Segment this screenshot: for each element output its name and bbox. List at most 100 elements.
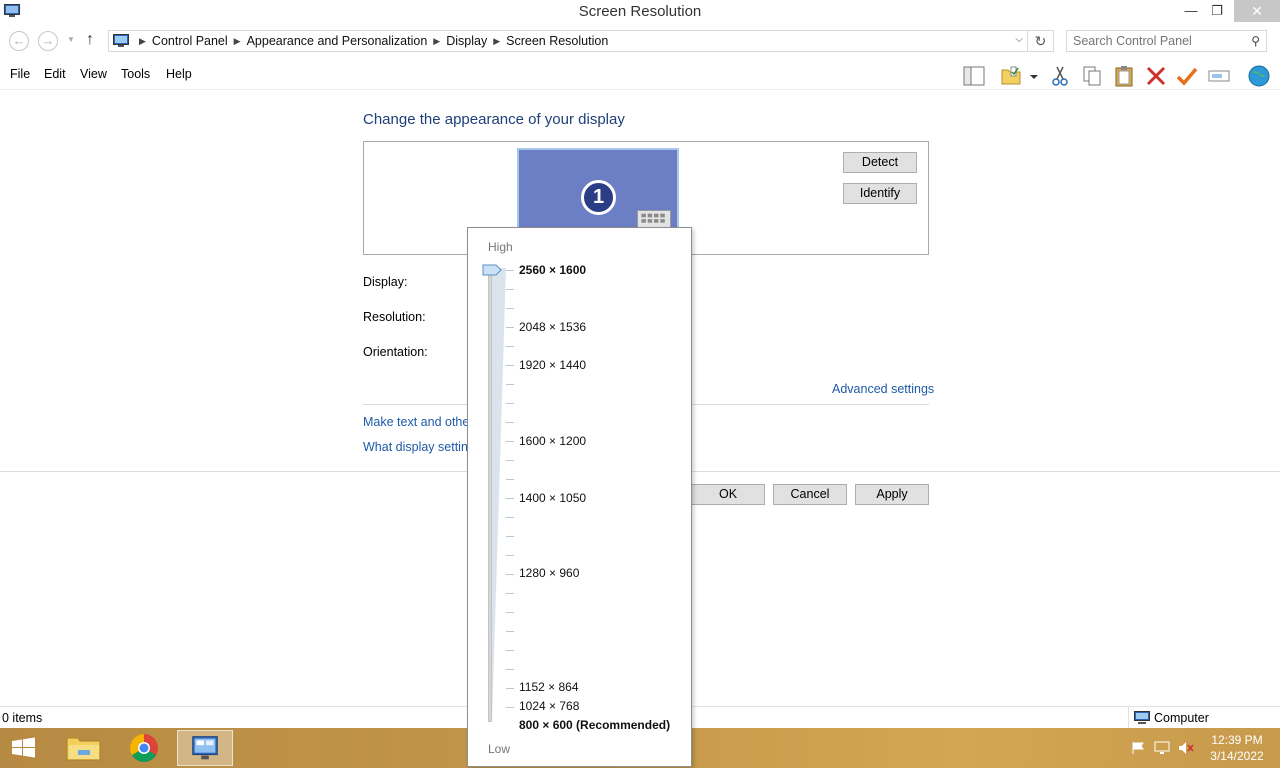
delete-icon[interactable]	[1144, 64, 1168, 88]
slider-tick	[506, 574, 514, 575]
slider-tick	[506, 327, 514, 328]
globe-icon[interactable]	[1247, 64, 1271, 88]
clock-time: 12:39 PM	[1211, 733, 1263, 747]
slider-tick	[506, 536, 514, 537]
display-settings-help-link[interactable]: What display setting	[363, 440, 475, 454]
resolution-slider-thumb[interactable]	[482, 264, 502, 276]
cut-icon[interactable]	[1048, 64, 1072, 88]
resolution-option-1600x1200[interactable]: 1600 × 1200	[519, 434, 586, 448]
text-size-link[interactable]: Make text and other	[363, 415, 473, 429]
monitor-1-preview[interactable]: 1	[517, 148, 679, 233]
slider-tick	[506, 422, 514, 423]
slider-tick	[506, 479, 514, 480]
windows-start-icon[interactable]	[0, 730, 48, 766]
action-center-flag-icon[interactable]	[1130, 741, 1146, 755]
resolution-option-1920x1440[interactable]: 1920 × 1440	[519, 358, 586, 372]
volume-muted-icon[interactable]	[1178, 741, 1194, 755]
paste-icon[interactable]	[1112, 64, 1136, 88]
forward-arrow-icon[interactable]: →	[38, 31, 58, 51]
slider-tick	[506, 688, 514, 689]
orientation-label: Orientation:	[363, 345, 428, 359]
copy-icon[interactable]	[1080, 64, 1104, 88]
slider-tick	[506, 384, 514, 385]
menu-file[interactable]: File	[10, 67, 30, 81]
slider-tick	[506, 555, 514, 556]
address-dropdown-chevron-icon[interactable]: ⌵	[1015, 34, 1023, 45]
breadcrumb-control-panel[interactable]: Control Panel	[152, 34, 228, 48]
resolution-label: Resolution:	[363, 310, 426, 324]
apply-button[interactable]: Apply	[855, 484, 929, 505]
window-title: Screen Resolution	[578, 3, 702, 20]
slider-tick	[506, 612, 514, 613]
computer-icon	[1134, 711, 1150, 724]
breadcrumb-chevron-icon[interactable]: ▶	[493, 36, 500, 47]
slider-tick	[506, 365, 514, 366]
cancel-button[interactable]: Cancel	[773, 484, 847, 505]
menu-edit[interactable]: Edit	[44, 67, 66, 81]
address-row: ← → ▼ ↑ ▶ Control Panel ▶ Appearance and Pe…	[0, 28, 1280, 56]
slider-tick	[506, 593, 514, 594]
slider-tick	[506, 669, 514, 670]
breadcrumb-chevron-icon[interactable]: ▶	[433, 36, 440, 47]
slider-tick	[506, 289, 514, 290]
clock-date: 3/14/2022	[1210, 749, 1264, 763]
resolution-option-800x600-recommended[interactable]: 800 × 600 (Recommended)	[519, 718, 670, 732]
breadcrumb[interactable]: ▶ Control Panel ▶ Appearance and Personaliz…	[108, 30, 1028, 52]
slider-wedge-graphic	[492, 268, 506, 722]
folder-options-chevron-icon[interactable]	[1027, 64, 1041, 88]
slider-tick	[506, 403, 514, 404]
control-panel-taskbar-icon[interactable]	[177, 730, 233, 766]
item-count: 0 items	[2, 711, 43, 725]
resolution-slider-popup: High 2560 × 1600 2048 × 1536 1920 × 1440…	[467, 227, 692, 767]
up-arrow-icon[interactable]: ↑	[86, 31, 102, 51]
slider-tick	[506, 707, 514, 708]
resolution-option-1400x1050[interactable]: 1400 × 1050	[519, 491, 586, 505]
search-icon[interactable]: ⚲	[1251, 34, 1260, 48]
breadcrumb-display[interactable]: Display	[446, 34, 487, 48]
menu-help[interactable]: Help	[166, 67, 192, 81]
resolution-option-1024x768[interactable]: 1024 × 768	[519, 699, 579, 713]
resolution-option-2560x1600[interactable]: 2560 × 1600	[519, 263, 586, 277]
display-label: Display:	[363, 275, 408, 289]
slider-tick	[506, 346, 514, 347]
advanced-settings-link[interactable]: Advanced settings	[832, 382, 934, 396]
refresh-icon[interactable]: ↻	[1028, 30, 1054, 52]
maximize-button[interactable]: ❐	[1201, 0, 1233, 22]
breadcrumb-appearance[interactable]: Appearance and Personalization	[247, 34, 428, 48]
rename-icon[interactable]	[1207, 64, 1231, 88]
page-heading: Change the appearance of your display	[363, 111, 625, 128]
chrome-icon[interactable]	[116, 730, 172, 766]
status-location: Computer	[1128, 707, 1280, 729]
slider-low-label: Low	[488, 742, 511, 756]
folder-options-icon[interactable]	[999, 64, 1023, 88]
breadcrumb-chevron-icon[interactable]: ▶	[234, 36, 241, 47]
breadcrumb-chevron-icon: ▶	[139, 36, 146, 46]
close-button[interactable]: ✕	[1234, 0, 1280, 22]
detect-button[interactable]: Detect	[843, 152, 917, 173]
ok-button[interactable]: OK	[691, 484, 765, 505]
slider-tick	[506, 441, 514, 442]
resolution-option-1280x960[interactable]: 1280 × 960	[519, 566, 579, 580]
title-bar: Screen Resolution — ❐ ✕	[0, 0, 1280, 24]
network-icon[interactable]	[1154, 741, 1170, 755]
resolution-option-2048x1536[interactable]: 2048 × 1536	[519, 320, 586, 334]
back-arrow-icon[interactable]: ←	[9, 31, 29, 51]
menu-view[interactable]: View	[80, 67, 107, 81]
slider-tick	[506, 498, 514, 499]
slider-tick	[506, 650, 514, 651]
slider-tick	[506, 270, 514, 271]
status-location-label: Computer	[1154, 711, 1209, 725]
menu-tools[interactable]: Tools	[121, 67, 150, 81]
resolution-option-1152x864[interactable]: 1152 × 864	[519, 680, 579, 694]
file-explorer-icon[interactable]	[56, 730, 112, 766]
search-box[interactable]: ⚲	[1066, 30, 1267, 52]
slider-high-label: High	[488, 240, 513, 254]
recent-pages-chevron-icon[interactable]: ▼	[67, 35, 75, 45]
properties-check-icon[interactable]	[1175, 64, 1199, 88]
taskbar-clock[interactable]: 12:39 PM 3/14/2022	[1204, 732, 1270, 764]
breadcrumb-screen-resolution[interactable]: Screen Resolution	[506, 34, 608, 48]
slider-tick	[506, 517, 514, 518]
identify-button[interactable]: Identify	[843, 183, 917, 204]
search-input[interactable]	[1073, 32, 1243, 50]
layout-pane-icon[interactable]	[962, 64, 986, 88]
